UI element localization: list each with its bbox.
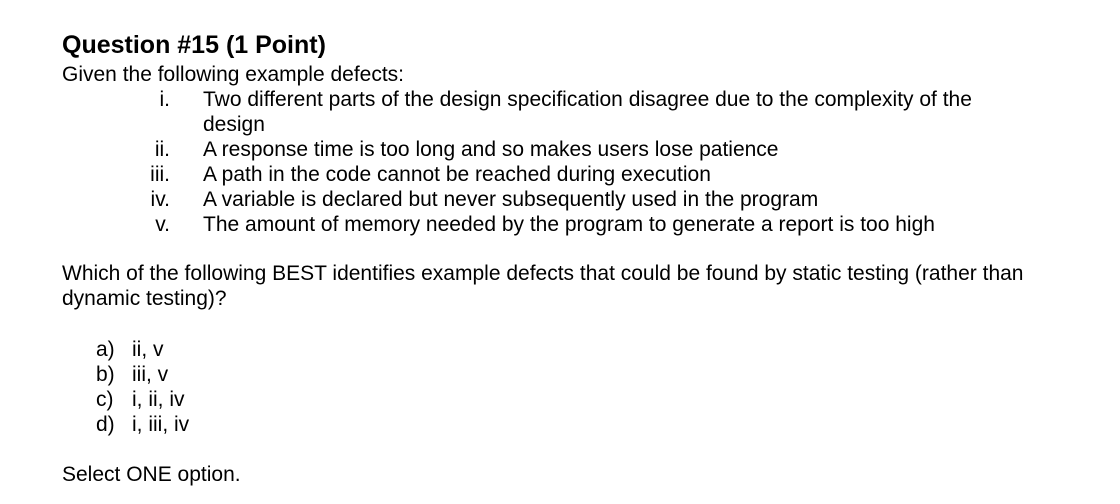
option-letter: d) [96, 413, 115, 436]
defect-list: i. Two different parts of the design spe… [0, 87, 1120, 237]
defect-numeral: ii. [154, 138, 170, 161]
question-intro: Given the following example defects: [62, 63, 405, 86]
option-value: ii, v [132, 338, 164, 361]
option-value: i, iii, iv [132, 413, 190, 436]
defect-item: v. The amount of memory needed by the pr… [0, 212, 1120, 237]
option-letter: a) [96, 338, 115, 361]
option-letter: c) [96, 388, 114, 411]
defect-text: The amount of memory needed by the progr… [203, 213, 935, 236]
question-title: Question #15 (1 Point) [62, 31, 326, 59]
option-letter: b) [96, 363, 115, 386]
defect-item: iii. A path in the code cannot be reache… [0, 162, 1120, 187]
defect-item: iv. A variable is declared but never sub… [0, 187, 1120, 212]
defect-numeral: iv. [150, 188, 170, 211]
question-prompt: Which of the following BEST identifies e… [62, 262, 1024, 310]
defect-text: A variable is declared but never subsequ… [203, 188, 819, 211]
defect-numeral: v. [155, 213, 170, 236]
defect-item: ii. A response time is too long and so m… [0, 137, 1120, 162]
defect-text: A path in the code cannot be reached dur… [203, 163, 711, 186]
option-value: i, ii, iv [132, 388, 185, 411]
defect-item: i. Two different parts of the design spe… [0, 87, 1120, 137]
answer-instruction: Select ONE option. [62, 463, 241, 486]
question-page: Question #15 (1 Point) Given the followi… [0, 0, 1120, 504]
defect-text: A response time is too long and so makes… [203, 138, 779, 161]
defect-numeral: i. [159, 88, 171, 111]
option-value: iii, v [132, 363, 169, 386]
defect-text: Two different parts of the design specif… [203, 88, 972, 136]
defect-numeral: iii. [150, 163, 170, 186]
